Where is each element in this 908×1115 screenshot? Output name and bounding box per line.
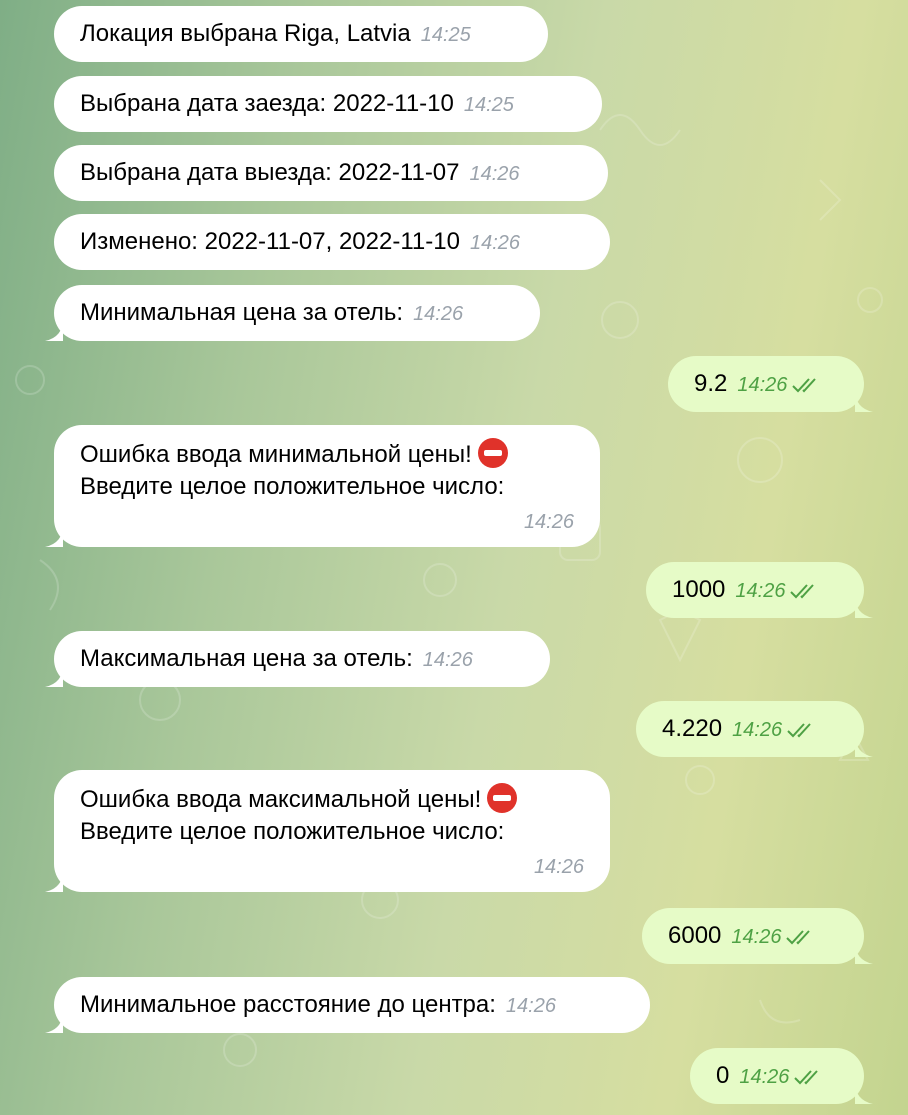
message-time: 14:26	[523, 511, 574, 533]
message-text: Локация выбрана Riga, Latvia	[80, 20, 411, 47]
no-entry-icon	[487, 782, 518, 813]
message-time: 14:26	[422, 649, 473, 671]
double-check-icon	[792, 377, 817, 393]
outgoing-message[interactable]: 1000 14:26	[646, 562, 873, 618]
no-entry-icon	[477, 437, 508, 468]
message-line: Ошибка ввода максимальной цены!	[80, 782, 584, 816]
incoming-message[interactable]: Локация выбрана Riga, Latvia 14:25	[54, 6, 548, 62]
message-time: 14:26	[731, 926, 782, 948]
outgoing-message[interactable]: 4.220 14:26	[636, 701, 873, 757]
outgoing-message[interactable]: 9.2 14:26	[668, 356, 873, 412]
message-text: 4.220	[662, 715, 723, 742]
message-time: 14:26	[505, 995, 556, 1017]
incoming-message[interactable]: Максимальная цена за отель: 14:26	[45, 631, 550, 687]
message-text: Ошибка ввода максимальной цены!	[80, 786, 482, 813]
message-text: Выбрана дата выезда: 2022-11-07	[80, 159, 460, 186]
outgoing-message[interactable]: 0 14:26	[690, 1048, 873, 1104]
message-text: Введите целое положительное число:	[80, 473, 505, 500]
bubble-tail	[855, 390, 873, 412]
bubble-tail	[45, 870, 63, 892]
double-check-icon	[794, 1069, 819, 1085]
incoming-message[interactable]: Изменено: 2022-11-07, 2022-11-10 14:26	[54, 214, 610, 270]
message-time: 14:26	[735, 580, 786, 602]
message-text: 9.2	[694, 370, 728, 397]
message-text: Введите целое положительное число:	[80, 818, 505, 845]
bubble-tail	[45, 525, 63, 547]
message-time: 14:26	[413, 303, 464, 325]
message-time: 14:26	[469, 163, 520, 185]
message-text: Минимальное расстояние до центра:	[80, 991, 496, 1018]
message-time: 14:26	[737, 374, 788, 396]
incoming-message[interactable]: Ошибка ввода максимальной цены! Введите …	[45, 770, 610, 892]
bubble-tail	[855, 942, 873, 964]
incoming-message[interactable]: Минимальная цена за отель: 14:26	[45, 285, 540, 341]
bubble-tail	[855, 735, 873, 757]
bubble-tail	[45, 319, 63, 341]
incoming-message[interactable]: Ошибка ввода минимальной цены! Введите ц…	[45, 425, 600, 547]
message-time: 14:26	[732, 719, 783, 741]
message-text: 0	[716, 1062, 730, 1089]
message-line: Ошибка ввода минимальной цены!	[80, 437, 574, 471]
bubble-tail	[45, 1011, 63, 1033]
double-check-icon	[790, 583, 815, 599]
message-text: Максимальная цена за отель:	[80, 645, 413, 672]
message-text: 1000	[672, 576, 726, 603]
bubble-tail	[855, 1082, 873, 1104]
bubble-tail	[45, 665, 63, 687]
incoming-message[interactable]: Выбрана дата выезда: 2022-11-07 14:26	[54, 145, 608, 201]
bubble-tail	[855, 596, 873, 618]
incoming-message[interactable]: Минимальное расстояние до центра: 14:26	[45, 977, 650, 1033]
message-time: 14:26	[739, 1066, 790, 1088]
double-check-icon	[787, 722, 811, 738]
message-text: Ошибка ввода минимальной цены!	[80, 441, 472, 468]
message-time: 14:25	[420, 24, 471, 46]
message-text: 6000	[668, 922, 722, 949]
chat-history[interactable]: Локация выбрана Riga, Latvia 14:25 Выбран…	[0, 0, 908, 1115]
message-text: Минимальная цена за отель:	[80, 299, 404, 326]
message-text: Выбрана дата заезда: 2022-11-10	[80, 90, 454, 117]
message-text: Изменено: 2022-11-07, 2022-11-10	[80, 228, 460, 255]
incoming-message[interactable]: Выбрана дата заезда: 2022-11-10 14:25	[54, 76, 602, 132]
message-time: 14:25	[463, 94, 514, 116]
outgoing-message[interactable]: 6000 14:26	[642, 908, 873, 964]
message-time: 14:26	[469, 232, 521, 254]
double-check-icon	[786, 929, 811, 945]
message-time: 14:26	[533, 856, 584, 878]
